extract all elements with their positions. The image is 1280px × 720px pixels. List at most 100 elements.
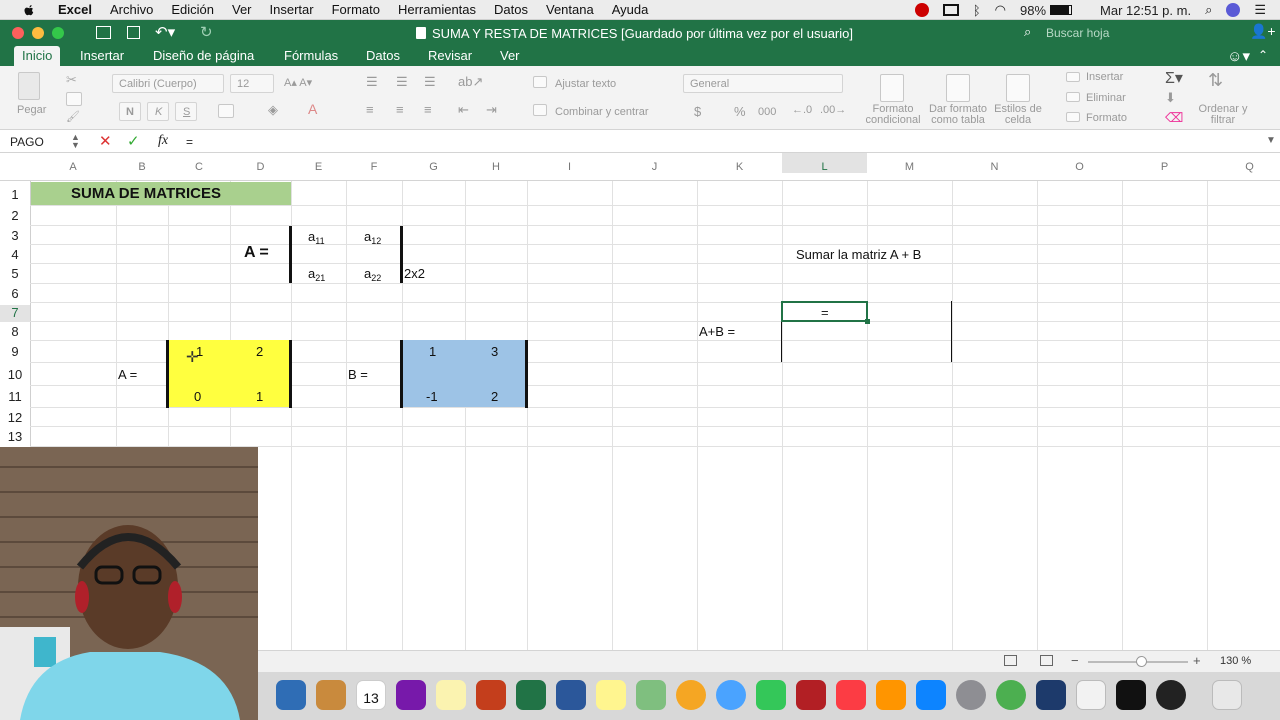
- element-a12[interactable]: a12: [364, 229, 381, 246]
- messages-dock-icon[interactable]: [716, 680, 746, 710]
- matrix-a-r2c2[interactable]: 1: [256, 389, 263, 404]
- tab-ver[interactable]: Ver: [492, 46, 528, 68]
- search-sheet-input[interactable]: Buscar hoja: [1046, 26, 1216, 40]
- menu-app-excel[interactable]: Excel: [58, 2, 92, 17]
- dock-app-icon[interactable]: [996, 680, 1026, 710]
- page-layout-icon[interactable]: [1040, 655, 1053, 666]
- align-top-icon[interactable]: ☰: [366, 74, 378, 90]
- matrix-a-label[interactable]: A =: [118, 367, 137, 382]
- matrix-dimensions[interactable]: 2x2: [404, 266, 425, 281]
- record-icon[interactable]: [914, 3, 929, 17]
- generic-matrix-label[interactable]: A =: [244, 244, 269, 262]
- paste-label[interactable]: Pegar: [17, 104, 46, 116]
- menu-formato[interactable]: Formato: [332, 2, 380, 17]
- title-cell[interactable]: SUMA DE MATRICES: [31, 182, 291, 205]
- delete-cells-button[interactable]: Eliminar: [1086, 92, 1126, 104]
- menubar-clock[interactable]: Mar 12:51 p. m.: [1100, 3, 1191, 18]
- grow-font-icon[interactable]: A▴ A▾: [284, 76, 312, 89]
- books-dock-icon[interactable]: [876, 680, 906, 710]
- row-header-11[interactable]: 11: [0, 389, 30, 404]
- minimize-window-button[interactable]: [32, 27, 44, 39]
- element-a21[interactable]: a21: [308, 266, 325, 283]
- sort-filter-button[interactable]: Ordenar y filtrar: [1196, 104, 1250, 126]
- col-header-d[interactable]: D: [230, 161, 291, 173]
- col-header-b[interactable]: B: [116, 161, 168, 173]
- orientation-icon[interactable]: ab↗: [458, 74, 483, 90]
- app-store-dock-icon[interactable]: [916, 680, 946, 710]
- percent-button[interactable]: %: [734, 104, 746, 119]
- cell-styles-icon[interactable]: [1006, 74, 1030, 102]
- undo-icon[interactable]: ↶▾: [155, 23, 175, 41]
- dock-app-icon[interactable]: [1036, 680, 1066, 710]
- matrix-b-r1c2[interactable]: 3: [491, 344, 498, 359]
- formula-input[interactable]: =: [186, 135, 1246, 149]
- share-icon[interactable]: 👤+: [1250, 23, 1276, 40]
- decrease-decimal-icon[interactable]: .00→: [820, 104, 846, 116]
- menu-herramientas[interactable]: Herramientas: [398, 2, 476, 17]
- menu-ayuda[interactable]: Ayuda: [612, 2, 649, 17]
- thousands-button[interactable]: 000: [758, 106, 776, 118]
- notes-dock-icon[interactable]: [436, 680, 466, 710]
- insert-cells-icon[interactable]: [1066, 72, 1080, 82]
- col-header-i[interactable]: I: [527, 161, 612, 173]
- conditional-format-icon[interactable]: [880, 74, 904, 102]
- insert-function-button[interactable]: fx: [158, 133, 168, 149]
- zoom-out-button[interactable]: −: [1071, 653, 1079, 668]
- calendar-dock-icon[interactable]: 13: [356, 680, 386, 710]
- tab-insertar[interactable]: Insertar: [72, 46, 132, 68]
- delete-cells-icon[interactable]: [1066, 92, 1080, 102]
- zoom-in-button[interactable]: +: [1193, 653, 1201, 668]
- matrix-a-r2c1[interactable]: 0: [194, 389, 201, 404]
- row-header-10[interactable]: 10: [0, 367, 30, 382]
- maps-dock-icon[interactable]: [636, 680, 666, 710]
- obs-dock-icon[interactable]: [1156, 680, 1186, 710]
- matrix-b-label[interactable]: B =: [348, 367, 368, 382]
- col-header-q[interactable]: Q: [1207, 161, 1280, 173]
- trash-dock-icon[interactable]: [1212, 680, 1242, 710]
- zoom-slider[interactable]: [1088, 656, 1188, 667]
- wrap-text-button[interactable]: Ajustar texto: [555, 78, 616, 90]
- matrix-b-r1c1[interactable]: 1: [429, 344, 436, 359]
- matrix-a-r1c2[interactable]: 2: [256, 344, 263, 359]
- bluetooth-icon[interactable]: ᛒ: [973, 3, 981, 18]
- word-dock-icon[interactable]: [556, 680, 586, 710]
- music-dock-icon[interactable]: [836, 680, 866, 710]
- borders-icon[interactable]: [218, 104, 234, 118]
- clear-icon[interactable]: ⌫: [1165, 110, 1183, 126]
- tab-datos[interactable]: Datos: [358, 46, 408, 68]
- row-header-9[interactable]: 9: [0, 344, 30, 359]
- apple-icon[interactable]: [22, 3, 40, 17]
- sum-label[interactable]: A+B =: [699, 324, 735, 339]
- zoom-slider-thumb[interactable]: [1136, 656, 1147, 667]
- underline-button[interactable]: S: [175, 102, 197, 121]
- name-box[interactable]: PAGO: [10, 135, 44, 149]
- matrix-b-r2c2[interactable]: 2: [491, 389, 498, 404]
- row-header-5[interactable]: 5: [0, 266, 30, 281]
- cell-styles-button[interactable]: Estilos de celda: [992, 104, 1044, 126]
- col-header-e[interactable]: E: [291, 161, 346, 173]
- element-a22[interactable]: a22: [364, 266, 381, 283]
- format-cells-icon[interactable]: [1066, 112, 1080, 122]
- menu-datos[interactable]: Datos: [494, 2, 528, 17]
- col-header-j[interactable]: J: [612, 161, 697, 173]
- matrix-b-fill[interactable]: [402, 340, 526, 407]
- insert-cells-button[interactable]: Insertar: [1086, 71, 1123, 83]
- powerpoint-dock-icon[interactable]: [476, 680, 506, 710]
- excel-dock-icon[interactable]: [516, 680, 546, 710]
- close-window-button[interactable]: [12, 27, 24, 39]
- col-header-a[interactable]: A: [30, 161, 116, 173]
- menu-insertar[interactable]: Insertar: [270, 2, 314, 17]
- photo-booth-dock-icon[interactable]: [796, 680, 826, 710]
- fill-color-icon[interactable]: ◈: [268, 102, 278, 118]
- tab-diseno-pagina[interactable]: Diseño de página: [145, 46, 262, 68]
- col-header-p[interactable]: P: [1122, 161, 1207, 173]
- dock-app-icon[interactable]: [276, 680, 306, 710]
- col-header-c[interactable]: C: [168, 161, 230, 173]
- row-header-8[interactable]: 8: [0, 324, 30, 339]
- format-cells-button[interactable]: Formato: [1086, 112, 1127, 124]
- zoom-level[interactable]: 130 %: [1220, 655, 1251, 667]
- decrease-indent-icon[interactable]: ⇤: [458, 102, 469, 118]
- italic-button[interactable]: K: [147, 102, 169, 121]
- cancel-formula-icon[interactable]: ✕: [99, 132, 112, 150]
- row-header-2[interactable]: 2: [0, 208, 30, 223]
